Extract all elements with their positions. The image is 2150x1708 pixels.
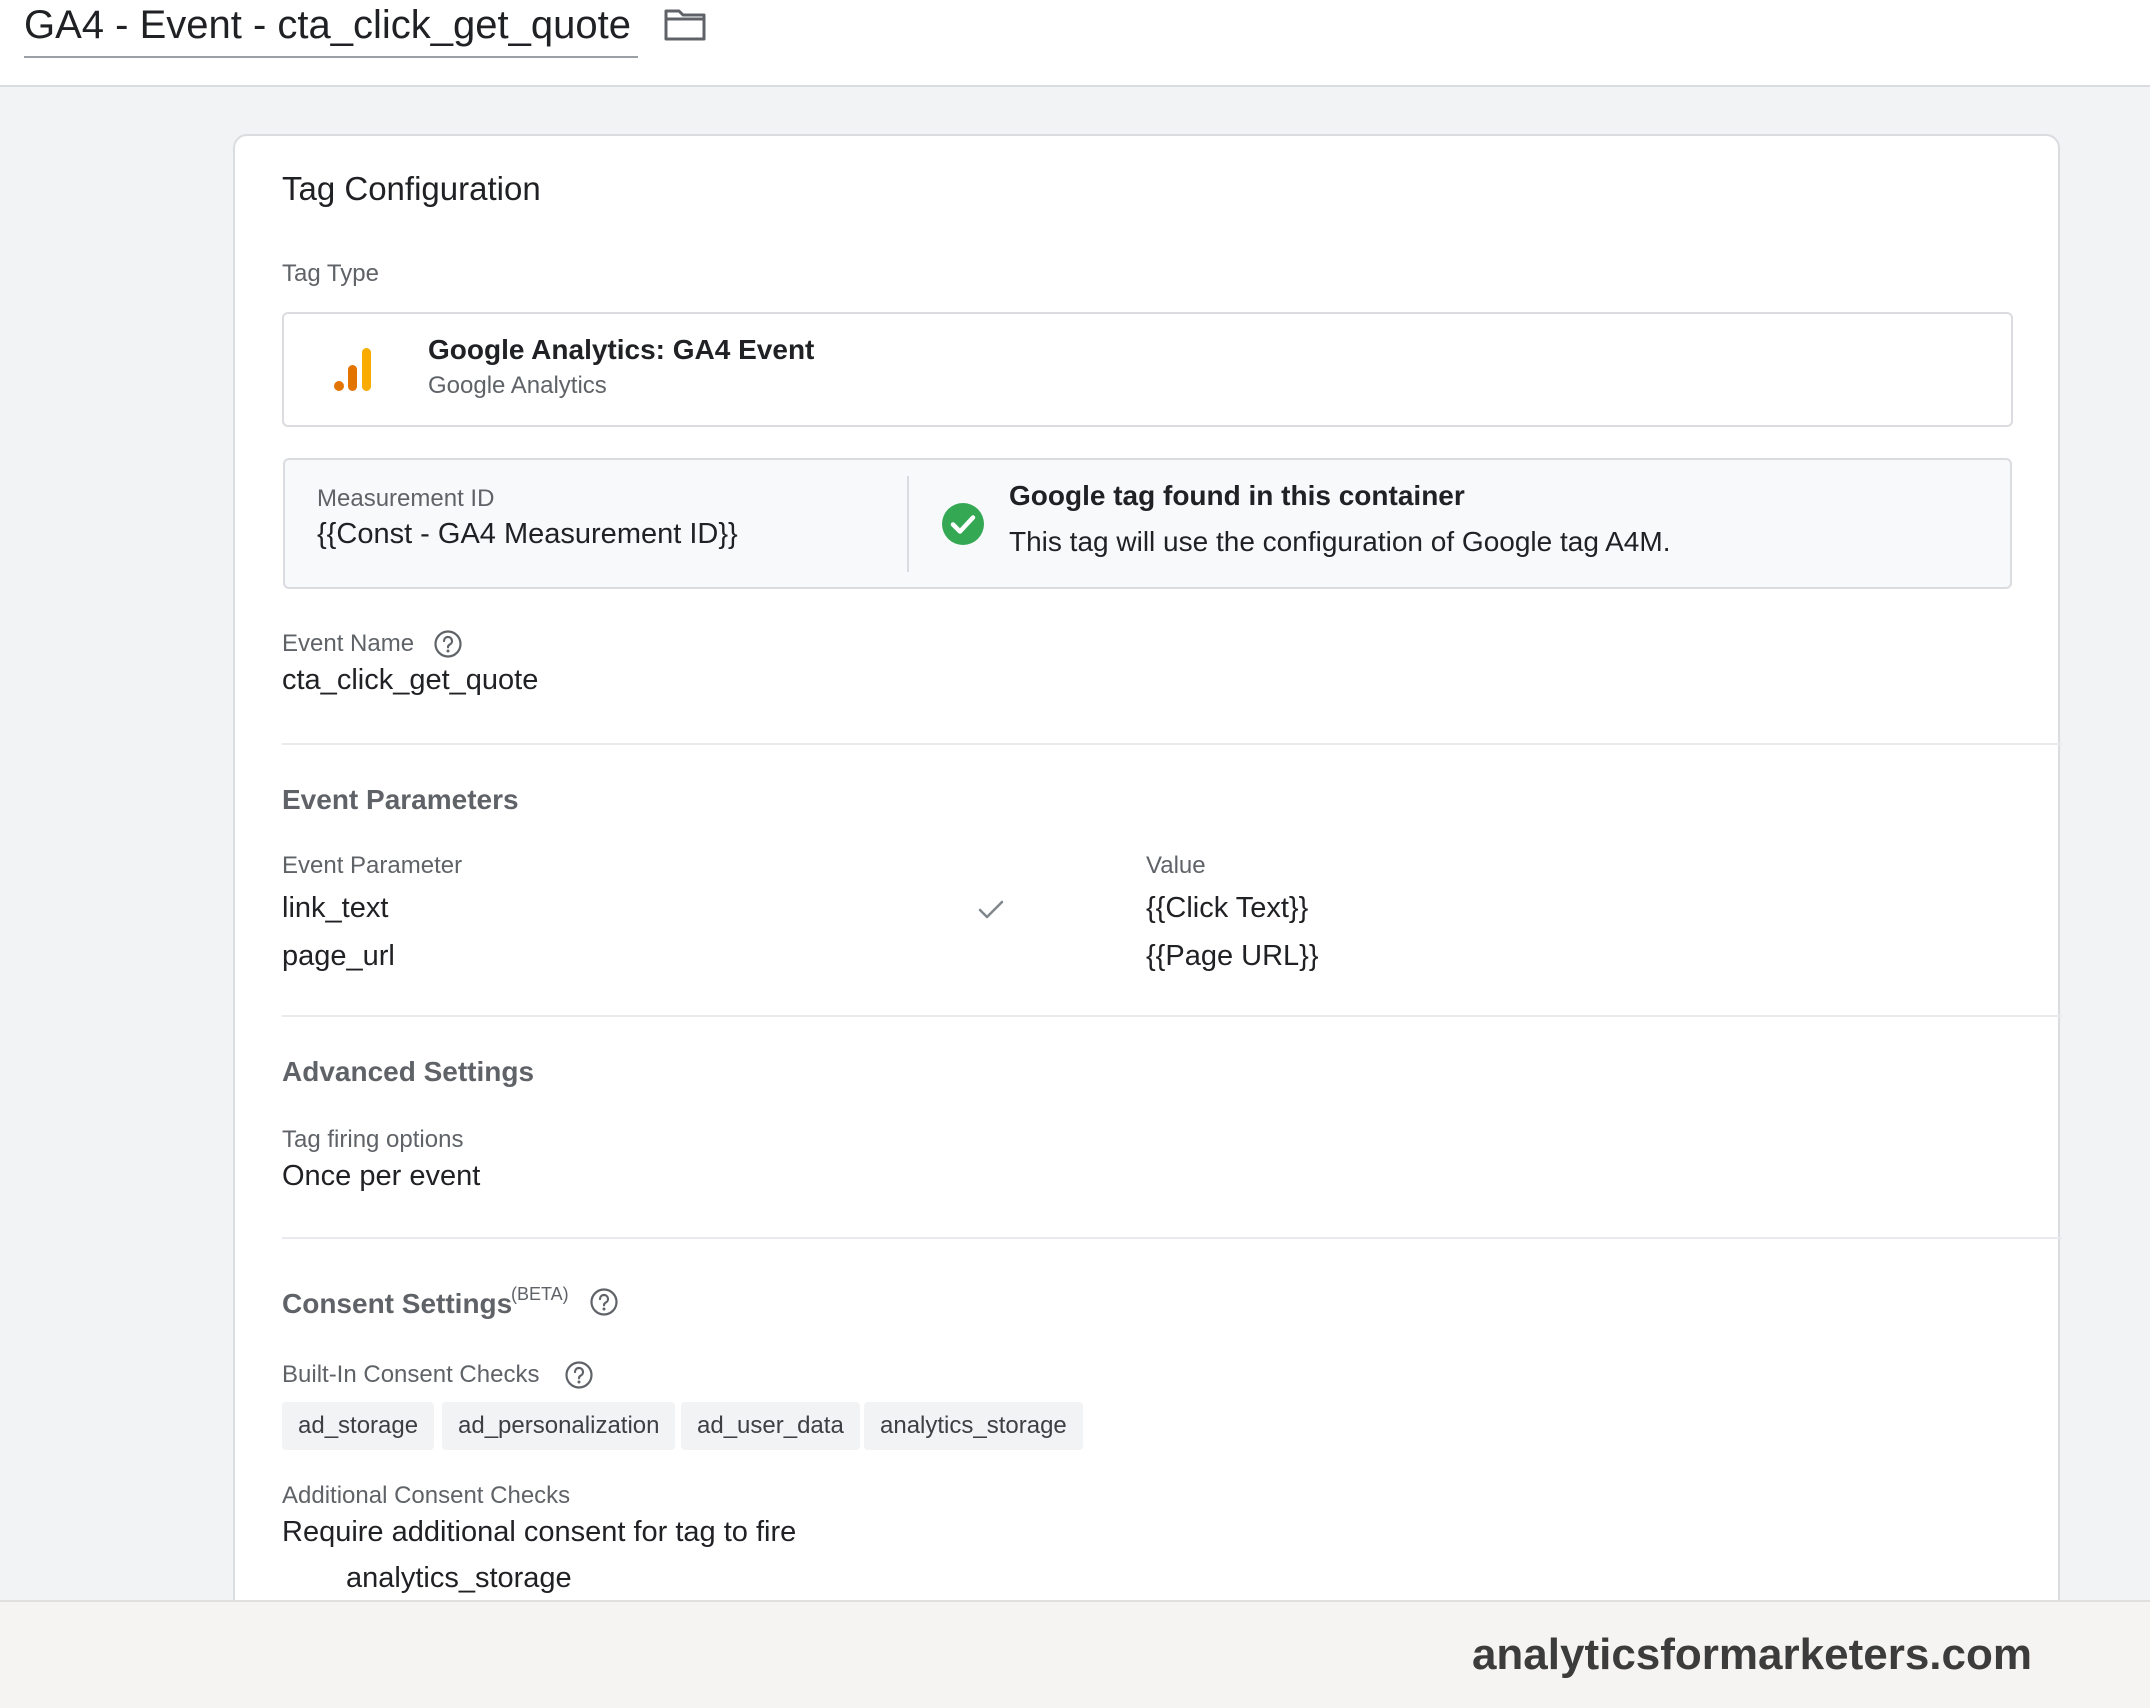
additional-consent-item: analytics_storage bbox=[346, 1562, 572, 1594]
event-parameter-name: link_text bbox=[282, 892, 389, 924]
additional-consent-label: Additional Consent Checks bbox=[282, 1482, 571, 1509]
event-name-value[interactable]: cta_click_get_quote bbox=[282, 664, 538, 697]
help-icon[interactable] bbox=[589, 1287, 619, 1317]
event-parameter-name: page_url bbox=[282, 940, 395, 972]
measurement-id-label: Measurement ID bbox=[317, 485, 495, 512]
folder-icon[interactable] bbox=[663, 6, 707, 42]
event-parameter-value: {{Page URL}} bbox=[1146, 940, 1319, 972]
panel-divider bbox=[907, 476, 909, 572]
event-parameters-title: Event Parameters bbox=[282, 784, 519, 815]
advanced-settings-title: Advanced Settings bbox=[282, 1056, 535, 1087]
tag-firing-options-label: Tag firing options bbox=[282, 1126, 464, 1153]
help-icon[interactable] bbox=[433, 629, 463, 659]
event-parameter-column-header: Event Parameter bbox=[282, 852, 463, 879]
tag-firing-options-value: Once per event bbox=[282, 1160, 481, 1192]
footer-banner: analyticsformarketers.com bbox=[0, 1600, 2150, 1708]
google-tag-status-title: Google tag found in this container bbox=[1009, 480, 1465, 511]
consent-chip: ad_user_data bbox=[681, 1402, 860, 1450]
tag-type-name: Google Analytics: GA4 Event bbox=[428, 334, 815, 365]
section-divider bbox=[282, 1237, 2062, 1239]
measurement-panel: Measurement ID {{Const - GA4 Measurement… bbox=[283, 458, 2012, 589]
event-name-label: Event Name bbox=[282, 630, 415, 657]
builtin-consent-label: Built-In Consent Checks bbox=[282, 1361, 540, 1388]
brand-watermark: analyticsformarketers.com bbox=[1471, 1630, 2032, 1679]
tag-configuration-card[interactable]: Tag Configuration Tag Type Google Analyt… bbox=[233, 134, 2062, 1604]
consent-chip: ad_personalization bbox=[442, 1402, 676, 1450]
consent-settings-title: Consent Settings bbox=[282, 1288, 513, 1319]
tag-type-label: Tag Type bbox=[282, 260, 379, 287]
help-icon[interactable] bbox=[564, 1360, 594, 1390]
section-divider bbox=[282, 743, 2062, 745]
check-circle-icon bbox=[942, 503, 984, 545]
consent-chip: analytics_storage bbox=[864, 1402, 1083, 1450]
tag-type-selector[interactable]: Google Analytics: GA4 Event Google Analy… bbox=[282, 312, 2013, 427]
top-bar: GA4 - Event - cta_click_get_quote bbox=[0, 0, 2150, 87]
event-parameter-value: {{Click Text}} bbox=[1146, 892, 1309, 924]
google-tag-status-text: This tag will use the configuration of G… bbox=[1009, 526, 1671, 557]
tag-name-title[interactable]: GA4 - Event - cta_click_get_quote bbox=[24, 0, 638, 58]
beta-badge: (BETA) bbox=[511, 1284, 569, 1304]
card-title: Tag Configuration bbox=[282, 170, 541, 207]
google-analytics-icon bbox=[334, 348, 371, 391]
section-divider bbox=[282, 1015, 2062, 1017]
additional-consent-value: Require additional consent for tag to fi… bbox=[282, 1516, 797, 1548]
measurement-id-value[interactable]: {{Const - GA4 Measurement ID}} bbox=[317, 518, 738, 551]
value-column-header: Value bbox=[1146, 852, 1206, 879]
checkmark-icon bbox=[978, 900, 1004, 919]
consent-chip: ad_storage bbox=[282, 1402, 435, 1450]
tag-type-vendor: Google Analytics bbox=[428, 372, 607, 399]
